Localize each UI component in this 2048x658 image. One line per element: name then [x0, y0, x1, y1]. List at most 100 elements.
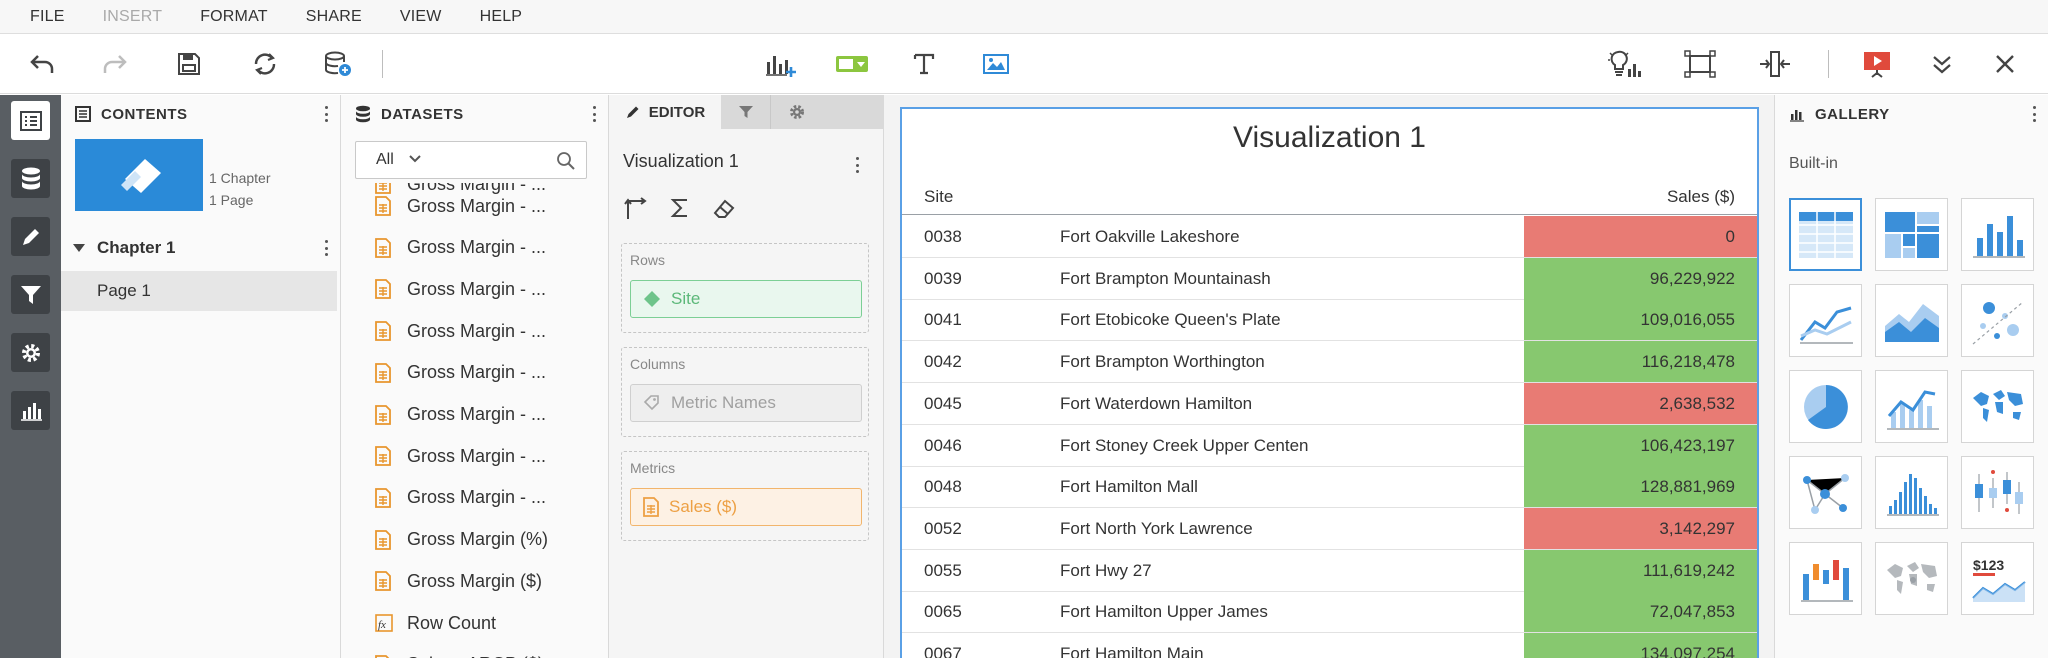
- cell-sales[interactable]: 106,423,197: [1524, 424, 1757, 466]
- contents-panel-toggle[interactable]: [11, 101, 50, 140]
- collapse-triangle-icon[interactable]: [73, 244, 85, 252]
- dataset-item[interactable]: Gross Margin ($): [375, 566, 542, 596]
- dataset-item[interactable]: Gross Margin - ...: [375, 483, 546, 513]
- cell-site-name[interactable]: Fort North York Lawrence: [1060, 519, 1253, 539]
- editor-more-icon[interactable]: [855, 157, 859, 173]
- cell-sales[interactable]: 96,229,922: [1524, 257, 1757, 299]
- cell-sales[interactable]: 128,881,969: [1524, 466, 1757, 508]
- menu-insert[interactable]: INSERT: [103, 8, 163, 26]
- menu-format[interactable]: FORMAT: [200, 8, 268, 26]
- table-row[interactable]: 0041 Fort Etobicoke Queen's Plate 109,016,…: [902, 299, 1757, 342]
- close-icon[interactable]: [1987, 46, 2023, 82]
- cell-site-id[interactable]: 0055: [924, 561, 962, 581]
- column-header-sales[interactable]: Sales ($): [1667, 187, 1735, 207]
- menu-file[interactable]: FILE: [30, 8, 65, 26]
- cell-sales[interactable]: 3,142,297: [1524, 507, 1757, 549]
- cell-site-id[interactable]: 0042: [924, 352, 962, 372]
- cell-sales[interactable]: 111,619,242: [1524, 549, 1757, 591]
- cell-site-name[interactable]: Fort Hwy 27: [1060, 561, 1152, 581]
- gallery-item-box-plot[interactable]: [1961, 456, 2034, 529]
- datasets-more-icon[interactable]: [592, 106, 596, 122]
- object-type-filter[interactable]: All: [376, 151, 394, 169]
- gallery-item-area-chart[interactable]: [1875, 284, 1948, 357]
- cell-site-name[interactable]: Fort Waterdown Hamilton: [1060, 394, 1252, 414]
- cell-sales[interactable]: 109,016,055: [1524, 299, 1757, 341]
- insights-icon[interactable]: [1606, 46, 1642, 82]
- metrics-pill[interactable]: Sales ($): [630, 488, 862, 526]
- gallery-item-pie-chart[interactable]: [1789, 370, 1862, 443]
- cell-site-id[interactable]: 0041: [924, 310, 962, 330]
- table-row[interactable]: 0065 Fort Hamilton Upper James 72,047,853: [902, 591, 1757, 634]
- chapter-more-icon[interactable]: [324, 240, 328, 256]
- table-row[interactable]: 0039 Fort Brampton Mountainash 96,229,922: [902, 257, 1757, 300]
- cell-sales[interactable]: 72,047,853: [1524, 591, 1757, 633]
- page-row[interactable]: Page 1: [61, 271, 337, 311]
- gallery-item-map-density[interactable]: [1875, 542, 1948, 615]
- dataset-item[interactable]: Gross Margin - ...: [375, 358, 546, 388]
- add-data-icon[interactable]: [320, 46, 356, 82]
- redo-icon[interactable]: [97, 46, 133, 82]
- cell-site-name[interactable]: Fort Stoney Creek Upper Centen: [1060, 436, 1309, 456]
- cell-site-id[interactable]: 0045: [924, 394, 962, 414]
- contents-more-icon[interactable]: [324, 106, 328, 122]
- menu-help[interactable]: HELP: [480, 8, 523, 26]
- table-row[interactable]: 0046 Fort Stoney Creek Upper Centen 106,42…: [902, 424, 1757, 467]
- table-row[interactable]: 0038 Fort Oakville Lakeshore 0: [902, 216, 1757, 258]
- cell-site-name[interactable]: Fort Hamilton Mall: [1060, 477, 1198, 497]
- gallery-item-network[interactable]: [1789, 456, 1862, 529]
- table-row[interactable]: 0045 Fort Waterdown Hamilton 2,638,532: [902, 382, 1757, 425]
- gallery-item-map[interactable]: [1961, 370, 2034, 443]
- cell-site-name[interactable]: Fort Brampton Worthington: [1060, 352, 1265, 372]
- gallery-item-heat-map[interactable]: [1875, 198, 1948, 271]
- datasets-panel-toggle[interactable]: [11, 159, 50, 198]
- visualization-name[interactable]: Visualization 1: [623, 151, 739, 172]
- filter-panel-toggle[interactable]: [11, 275, 50, 314]
- table-row[interactable]: 0042 Fort Brampton Worthington 116,218,478: [902, 341, 1757, 384]
- visualization-title[interactable]: Visualization 1: [902, 121, 1757, 155]
- rows-attribute-pill[interactable]: Site: [630, 280, 862, 318]
- fit-width-icon[interactable]: [1757, 46, 1793, 82]
- gallery-more-icon[interactable]: [2032, 106, 2036, 122]
- cell-site-id[interactable]: 0039: [924, 269, 962, 289]
- collapse-toolbar-icon[interactable]: [1924, 46, 1960, 82]
- tab-format[interactable]: [772, 95, 822, 129]
- editor-panel-toggle[interactable]: [11, 217, 50, 256]
- columns-metric-names-pill[interactable]: Metric Names: [630, 384, 862, 422]
- responsive-view-icon[interactable]: [1682, 46, 1718, 82]
- insert-image-icon[interactable]: [978, 46, 1014, 82]
- format-panel-toggle[interactable]: [11, 333, 50, 372]
- gallery-item-combo-chart[interactable]: [1875, 370, 1948, 443]
- gallery-item-waterfall[interactable]: [1789, 542, 1862, 615]
- cell-site-id[interactable]: 0046: [924, 436, 962, 456]
- cell-sales[interactable]: 116,218,478: [1524, 341, 1757, 383]
- cell-site-id[interactable]: 0067: [924, 644, 962, 658]
- dataset-item[interactable]: Gross Margin - ...: [375, 274, 546, 304]
- metrics-drop-zone[interactable]: Metrics Sales ($): [621, 451, 869, 541]
- gallery-item-histogram[interactable]: [1875, 456, 1948, 529]
- menu-view[interactable]: VIEW: [400, 8, 442, 26]
- gallery-item-line-chart[interactable]: [1789, 284, 1862, 357]
- column-header-site[interactable]: Site: [924, 187, 953, 207]
- gallery-item-grid[interactable]: [1789, 198, 1862, 271]
- cell-sales[interactable]: 2,638,532: [1524, 382, 1757, 424]
- cell-site-name[interactable]: Fort Oakville Lakeshore: [1060, 227, 1240, 247]
- gallery-panel-toggle[interactable]: [11, 391, 50, 430]
- insert-visualization-icon[interactable]: [763, 46, 799, 82]
- rows-drop-zone[interactable]: Rows Site: [621, 243, 869, 333]
- sigma-icon[interactable]: [667, 195, 693, 226]
- visualization-container[interactable]: Visualization 1 Site Sales ($) 0038 Fort …: [900, 107, 1759, 658]
- cell-site-id[interactable]: 0048: [924, 477, 962, 497]
- cell-sales[interactable]: 0: [1524, 216, 1757, 257]
- search-icon[interactable]: [556, 151, 576, 176]
- save-icon[interactable]: [171, 46, 207, 82]
- tab-editor[interactable]: EDITOR: [609, 95, 721, 129]
- undo-icon[interactable]: [24, 46, 60, 82]
- menu-share[interactable]: SHARE: [306, 8, 362, 26]
- chapter-thumbnail[interactable]: [75, 139, 203, 211]
- insert-text-icon[interactable]: [906, 46, 942, 82]
- table-row[interactable]: 0055 Fort Hwy 27 111,619,242: [902, 549, 1757, 592]
- cell-sales[interactable]: 134,097,254: [1524, 633, 1757, 658]
- gallery-item-kpi[interactable]: $123: [1961, 542, 2034, 615]
- dataset-item[interactable]: Gross Margin - ...: [375, 316, 546, 346]
- columns-drop-zone[interactable]: Columns Metric Names: [621, 347, 869, 437]
